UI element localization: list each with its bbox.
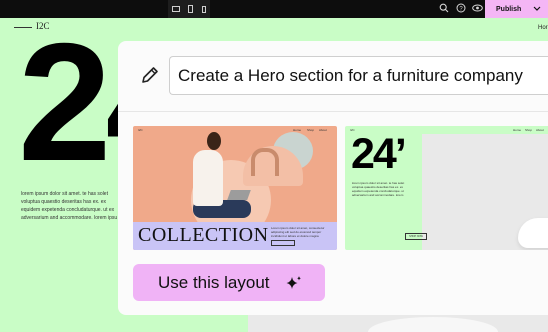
layout-shop-button: SHOP NOW [405, 233, 427, 240]
publish-button[interactable]: Publish [485, 0, 548, 18]
site-nav-link[interactable]: Hor [538, 25, 548, 31]
layout-body-line: incididunt ut labore et dolore magna [271, 234, 319, 238]
laptop-shape [227, 190, 251, 200]
help-icon[interactable]: ? [455, 3, 466, 14]
layout-nav-link: About [319, 128, 327, 132]
use-this-layout-label: Use this layout [158, 273, 270, 292]
layout-caption-band: COLLECTION Lorem ipsum dolor sit amet, c… [133, 222, 337, 250]
chair-shape [518, 218, 548, 248]
layout-heading: 24’ [351, 130, 407, 178]
arch-shape [251, 148, 279, 176]
layout-option-24[interactable]: I2C Home Shop About 24’ lorem ipsum dolo… [345, 126, 548, 250]
layout-option-collection[interactable]: I2C Home Shop About COLLECTION Lorem ips… [133, 126, 337, 250]
hero-text-line: equidem expetenda concludaturque. ut ex [21, 207, 115, 213]
hero-text-line: adversarium and accommodare. lorem ipsu [21, 215, 118, 221]
chevron-down-icon[interactable] [533, 2, 541, 16]
layout-shop-button [271, 240, 295, 246]
layout-nav-link: Home [513, 128, 522, 132]
layout-nav-link: About [536, 128, 544, 132]
layout-nav-link: Shop [525, 128, 533, 132]
layout-nav-logo: I2C [138, 128, 143, 132]
prompt-input[interactable]: Create a Hero section for a furniture co… [169, 56, 548, 95]
sparkle-icon [286, 276, 301, 289]
search-icon[interactable] [438, 3, 449, 14]
layout-nav-link: Shop [307, 128, 315, 132]
divider [118, 111, 548, 112]
hero-text-line: voluptua quaestio deseritas has ex. ex [21, 199, 107, 205]
preview-eye-icon[interactable] [472, 3, 483, 14]
layout-nav: I2C Home Shop About [133, 126, 337, 133]
layout-heading: COLLECTION [138, 224, 269, 246]
mobile-icon[interactable] [201, 5, 206, 13]
use-this-layout-button[interactable]: Use this layout [133, 264, 325, 301]
hero-image-strip [248, 315, 548, 332]
layout-photo [422, 134, 548, 250]
person-head [207, 132, 221, 150]
hero-text-line: lorem ipsum dolor sit amet. te has solet [21, 191, 108, 197]
layout-body-line: adversarium and accommodare. lorem [352, 193, 404, 197]
pencil-icon [142, 67, 158, 83]
publish-label: Publish [496, 5, 522, 13]
prompt-text: Create a Hero section for a furniture co… [178, 66, 523, 85]
person-body [193, 150, 223, 206]
